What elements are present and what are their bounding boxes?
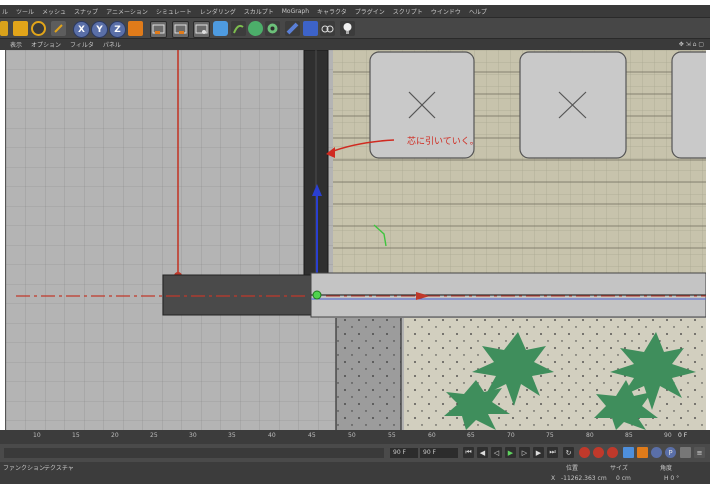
menu-item-sculpt[interactable]: スカルプト bbox=[244, 7, 274, 16]
key-pla-icon[interactable] bbox=[680, 447, 691, 458]
pen-icon[interactable] bbox=[231, 21, 246, 36]
menu-item-mograph[interactable]: MoGraph bbox=[282, 8, 309, 15]
tab-texture[interactable]: テクスチャ bbox=[44, 463, 74, 472]
timeline-ruler[interactable]: 10 15 20 25 30 35 40 45 50 55 60 65 70 7… bbox=[0, 430, 710, 444]
nurbs-icon[interactable] bbox=[248, 21, 263, 36]
coord-header-position: 位置 bbox=[566, 465, 579, 472]
render-settings-icon[interactable] bbox=[193, 21, 210, 38]
timeline-tick: 20 bbox=[111, 432, 119, 439]
box-marker-2 bbox=[519, 51, 627, 159]
menu-item-animation[interactable]: アニメーション bbox=[106, 7, 148, 16]
key-parameter-icon[interactable]: P bbox=[665, 447, 676, 458]
axis-x-icon[interactable]: X bbox=[73, 21, 90, 38]
playback-bar: 90 F 90 F ⏮ ◀ ◁ ▶ ▷ ▶ ⏭ ↻ P ≡ bbox=[0, 444, 710, 462]
timeline-tick: 90 bbox=[664, 432, 672, 439]
timeline-tick: 25 bbox=[150, 432, 158, 439]
viewport-menu-options[interactable]: オプション bbox=[31, 40, 61, 49]
scene-icon[interactable] bbox=[303, 21, 318, 36]
timeline-tick: 40 bbox=[268, 432, 276, 439]
cube-icon[interactable] bbox=[213, 21, 228, 36]
main-toolbar: X Y Z bbox=[0, 17, 710, 39]
current-frame-label: 0 F bbox=[678, 432, 688, 439]
viewport-menu-filter[interactable]: フィルタ bbox=[70, 40, 94, 49]
viewport-nav-icons[interactable]: ✥ ⇲ ⌂ ▢ bbox=[679, 41, 704, 48]
light-icon[interactable] bbox=[340, 21, 355, 36]
next-frame-icon[interactable]: ▷ bbox=[519, 447, 530, 458]
menu-item-script[interactable]: スクリプト bbox=[393, 7, 423, 16]
timeline-tick: 45 bbox=[308, 432, 316, 439]
coord-header-size: サイズ bbox=[610, 465, 628, 472]
selected-object bbox=[162, 274, 312, 316]
timeline-tick: 80 bbox=[586, 432, 594, 439]
move-icon[interactable] bbox=[0, 21, 8, 36]
key-rotation-icon[interactable] bbox=[651, 447, 662, 458]
end-frame-field[interactable]: 90 F bbox=[390, 448, 418, 458]
timeline-tick: 75 bbox=[546, 432, 554, 439]
timeline-menu-icon[interactable]: ≡ bbox=[694, 447, 705, 458]
array-icon[interactable] bbox=[265, 21, 280, 36]
coord-angle-h-field[interactable]: H 0 ° bbox=[664, 475, 679, 482]
viewport[interactable]: 芯に引いていく。 bbox=[5, 50, 706, 430]
prev-frame-icon[interactable]: ◁ bbox=[491, 447, 502, 458]
axis-y-icon[interactable]: Y bbox=[91, 21, 108, 38]
auto-key-icon[interactable] bbox=[593, 447, 604, 458]
camera-icon[interactable] bbox=[320, 21, 335, 36]
deformer-icon[interactable] bbox=[285, 21, 300, 36]
coordinate-icon[interactable] bbox=[128, 21, 143, 36]
menu-item-file[interactable]: ル bbox=[2, 7, 8, 16]
go-to-end-icon[interactable]: ⏭ bbox=[547, 447, 558, 458]
render-view-icon[interactable] bbox=[150, 21, 167, 38]
timeline-tick: 55 bbox=[388, 432, 396, 439]
render-picture-icon[interactable] bbox=[172, 21, 189, 38]
menu-item-window[interactable]: ウインドウ bbox=[431, 7, 461, 16]
viewport-scene bbox=[6, 50, 706, 430]
timeline-range-slider[interactable] bbox=[4, 448, 384, 458]
coord-axis-label: X bbox=[551, 475, 556, 482]
main-menu-bar: ル ツール メッシュ スナップ アニメーション シミュレート レンダリング スカ… bbox=[0, 5, 710, 17]
menu-item-character[interactable]: キャラクタ bbox=[317, 7, 347, 16]
key-scale-icon[interactable] bbox=[637, 447, 648, 458]
play-icon[interactable]: ▶ bbox=[505, 447, 516, 458]
max-frame-field[interactable]: 90 F bbox=[420, 448, 458, 458]
bottom-panels: ファンクション テクスチャ 位置 サイズ 角度 X -11262.363 cm … bbox=[0, 462, 710, 484]
loop-icon[interactable]: ↻ bbox=[563, 447, 574, 458]
timeline-tick: 65 bbox=[467, 432, 475, 439]
menu-item-snap[interactable]: スナップ bbox=[74, 7, 98, 16]
timeline-tick: 10 bbox=[33, 432, 41, 439]
undo-icon[interactable] bbox=[51, 21, 66, 36]
menu-item-render[interactable]: レンダリング bbox=[200, 7, 236, 16]
record-icon[interactable] bbox=[579, 447, 590, 458]
menu-item-mesh[interactable]: メッシュ bbox=[42, 7, 66, 16]
viewport-menu-view[interactable]: 表示 bbox=[10, 40, 22, 49]
menu-item-plugins[interactable]: プラグイン bbox=[355, 7, 385, 16]
coord-size-x-field[interactable]: 0 cm bbox=[616, 475, 631, 482]
key-position-icon[interactable] bbox=[623, 447, 634, 458]
timeline-tick: 60 bbox=[428, 432, 436, 439]
menu-item-tools[interactable]: ツール bbox=[16, 7, 34, 16]
next-key-icon[interactable]: ▶ bbox=[533, 447, 544, 458]
keyframe-selection-icon[interactable] bbox=[607, 447, 618, 458]
timeline-tick: 35 bbox=[228, 432, 236, 439]
coord-position-x-field[interactable]: -11262.363 cm bbox=[561, 475, 607, 482]
timeline-tick: 50 bbox=[348, 432, 356, 439]
axis-z-icon[interactable]: Z bbox=[109, 21, 126, 38]
pivot-point bbox=[312, 290, 322, 300]
annotation-text: 芯に引いていく。 bbox=[407, 137, 479, 147]
timeline-tick: 30 bbox=[189, 432, 197, 439]
timeline-tick: 85 bbox=[625, 432, 633, 439]
scale-icon[interactable] bbox=[13, 21, 28, 36]
viewport-menu-bar: 表示 オプション フィルタ パネル ✥ ⇲ ⌂ ▢ bbox=[0, 39, 710, 50]
go-to-start-icon[interactable]: ⏮ bbox=[463, 447, 474, 458]
menu-item-simulate[interactable]: シミュレート bbox=[156, 7, 192, 16]
timeline-tick: 70 bbox=[507, 432, 515, 439]
box-marker-3 bbox=[671, 51, 706, 159]
prev-key-icon[interactable]: ◀ bbox=[477, 447, 488, 458]
rotate-icon[interactable] bbox=[31, 21, 46, 36]
tab-function[interactable]: ファンクション bbox=[3, 463, 45, 472]
timeline-tick: 15 bbox=[72, 432, 80, 439]
menu-item-help[interactable]: ヘルプ bbox=[469, 7, 487, 16]
viewport-menu-panel[interactable]: パネル bbox=[103, 40, 121, 49]
coord-header-angle: 角度 bbox=[660, 465, 673, 472]
